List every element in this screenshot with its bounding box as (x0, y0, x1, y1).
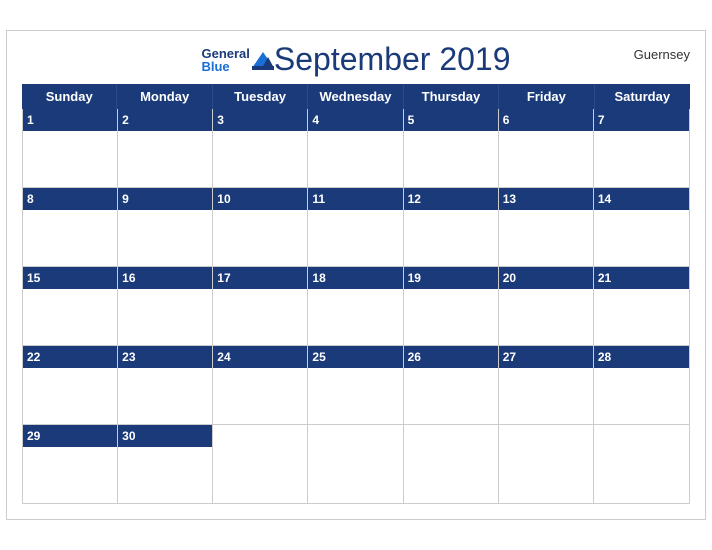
day-thursday: Thursday (404, 84, 499, 109)
days-header: Sunday Monday Tuesday Wednesday Thursday… (22, 84, 690, 109)
logo-blue: Blue (201, 60, 249, 73)
day-28: 28 (594, 346, 689, 424)
calendar: General Blue September 2019 Guernsey Sun… (6, 30, 706, 520)
empty-cell-4-2 (213, 425, 308, 503)
day-5: 5 (404, 109, 499, 187)
day-14: 14 (594, 188, 689, 266)
day-10: 10 (213, 188, 308, 266)
day-17: 17 (213, 267, 308, 345)
day-22: 22 (23, 346, 118, 424)
calendar-grid: 1234567891011121314151617181920212223242… (22, 109, 690, 504)
calendar-title: September 2019 (274, 41, 511, 78)
empty-cell-4-3 (308, 425, 403, 503)
day-wednesday: Wednesday (308, 84, 403, 109)
empty-cell-4-4 (404, 425, 499, 503)
day-13: 13 (499, 188, 594, 266)
day-12: 12 (404, 188, 499, 266)
day-30: 30 (118, 425, 213, 503)
logo: General Blue (201, 47, 273, 73)
day-18: 18 (308, 267, 403, 345)
day-20: 20 (499, 267, 594, 345)
day-23: 23 (118, 346, 213, 424)
day-friday: Friday (499, 84, 594, 109)
empty-cell-4-6 (594, 425, 689, 503)
day-monday: Monday (117, 84, 212, 109)
day-8: 8 (23, 188, 118, 266)
calendar-header: General Blue September 2019 Guernsey (22, 41, 690, 78)
day-6: 6 (499, 109, 594, 187)
week-4: 22232425262728 (23, 346, 689, 425)
empty-cell-4-5 (499, 425, 594, 503)
logo-general: General (201, 47, 249, 60)
day-sunday: Sunday (22, 84, 117, 109)
week-5: 2930 (23, 425, 689, 503)
day-4: 4 (308, 109, 403, 187)
mountain-icon (252, 50, 274, 70)
day-25: 25 (308, 346, 403, 424)
day-27: 27 (499, 346, 594, 424)
day-saturday: Saturday (595, 84, 690, 109)
week-3: 15161718192021 (23, 267, 689, 346)
day-16: 16 (118, 267, 213, 345)
day-21: 21 (594, 267, 689, 345)
day-3: 3 (213, 109, 308, 187)
day-7: 7 (594, 109, 689, 187)
day-2: 2 (118, 109, 213, 187)
day-tuesday: Tuesday (213, 84, 308, 109)
day-11: 11 (308, 188, 403, 266)
day-29: 29 (23, 425, 118, 503)
region-label: Guernsey (634, 47, 690, 62)
day-9: 9 (118, 188, 213, 266)
day-19: 19 (404, 267, 499, 345)
week-2: 891011121314 (23, 188, 689, 267)
day-1: 1 (23, 109, 118, 187)
week-1: 1234567 (23, 109, 689, 188)
day-15: 15 (23, 267, 118, 345)
day-24: 24 (213, 346, 308, 424)
day-26: 26 (404, 346, 499, 424)
